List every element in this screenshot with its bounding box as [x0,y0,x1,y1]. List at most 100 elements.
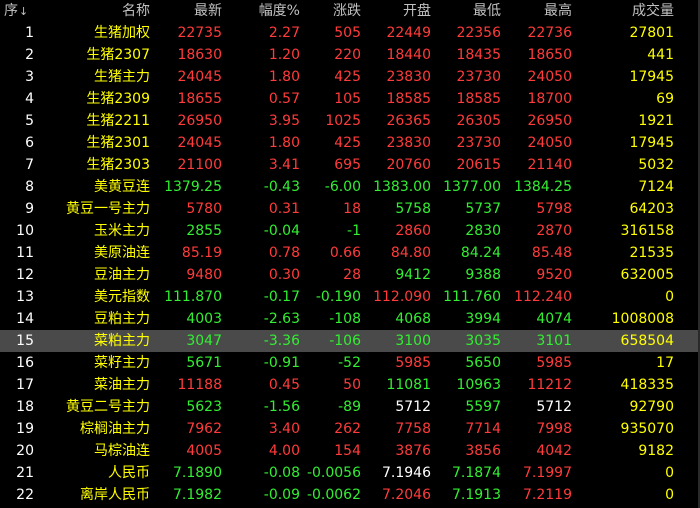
header-change[interactable]: 涨跌 [300,0,361,22]
table-row[interactable]: 10 玉米主力 2855 -0.04 -1 2860 2830 2870 316158 [0,220,700,242]
volume: 9182 [638,443,674,459]
change-pct: 1.80 [268,69,300,85]
table-row[interactable]: 7 生猪2303 21100 3.41 695 20760 20615 21140 5032 [0,154,700,176]
last-price: 26950 [177,113,222,129]
table-row[interactable]: 6 生猪2301 24045 1.80 425 23830 23730 24050 17945 [0,132,700,154]
volume: 27801 [629,25,674,41]
low-price: 23730 [456,69,501,85]
volume: 1921 [638,113,674,129]
header-open[interactable]: 开盘 [361,0,431,22]
last-price: 85.19 [181,245,222,261]
change: 50 [343,377,361,393]
instrument-name: 离岸人民币 [80,487,150,503]
change: 425 [334,135,361,151]
change-pct: -0.43 [263,179,300,195]
high-price: 1384.25 [514,179,572,195]
header-last[interactable]: 最新 [150,0,222,22]
table-row[interactable]: 17 菜油主力 11188 0.45 50 11081 10963 11212 418335 [0,374,700,396]
table-row[interactable]: 16 菜籽主力 5671 -0.91 -52 5985 5650 5985 17 [0,352,700,374]
header-low[interactable]: 最低 [431,0,501,22]
row-index: 16 [16,355,34,371]
open-price: 5985 [395,355,431,371]
last-price: 21100 [177,157,222,173]
table-row[interactable]: 14 豆粕主力 4003 -2.63 -108 4068 3994 4074 1008008 [0,308,700,330]
last-price: 111.870 [164,289,222,305]
instrument-name: 生猪2307 [86,47,150,63]
header-volume[interactable]: 成交量 [572,0,674,22]
last-price: 5671 [186,355,222,371]
instrument-name: 美元指数 [94,289,150,305]
row-index: 3 [25,69,34,85]
table-row[interactable]: 5 生猪2211 26950 3.95 1025 26365 26305 26950 1921 [0,110,700,132]
table-row[interactable]: 11 美原油连 85.19 0.78 0.66 84.80 84.24 85.48 21535 [0,242,700,264]
table-row[interactable]: 22 离岸人民币 7.1982 -0.09 -0.0062 7.2046 7.1913 7.2… [0,484,700,506]
instrument-name: 菜油主力 [94,377,150,393]
table-row[interactable]: 12 豆油主力 9480 0.30 28 9412 9388 9520 632005 [0,264,700,286]
last-price: 5780 [186,201,222,217]
high-price: 85.48 [531,245,572,261]
low-price: 9388 [465,267,501,283]
low-price: 7.1874 [452,465,501,481]
table-row[interactable]: 20 马棕油连 4005 4.00 154 3876 3856 4042 9182 [0,440,700,462]
header-index[interactable]: 序↓ [0,0,34,22]
change: -1 [347,223,361,239]
header-change-pct[interactable]: 幅度% [222,0,300,22]
header-name[interactable]: 名称 [34,0,150,22]
table-row[interactable]: 9 黄豆一号主力 5780 0.31 18 5758 5737 5798 64203 [0,198,700,220]
low-price: 5737 [465,201,501,217]
table-row[interactable]: 3 生猪主力 24045 1.80 425 23830 23730 24050 17945 [0,66,700,88]
volume: 316158 [620,223,674,239]
change: 18 [343,201,361,217]
low-price: 7.1913 [452,487,501,503]
instrument-name: 生猪2301 [86,135,150,151]
change: -0.0056 [306,465,361,481]
last-price: 4005 [186,443,222,459]
open-price: 84.80 [390,245,431,261]
table-row[interactable]: 2 生猪2307 18630 1.20 220 18440 18435 18650 441 [0,44,700,66]
last-price: 7.1982 [173,487,222,503]
open-price: 22449 [386,25,431,41]
low-price: 1377.00 [443,179,501,195]
open-price: 112.090 [373,289,431,305]
high-price: 112.240 [514,289,572,305]
volume: 21535 [629,245,674,261]
open-price: 23830 [386,69,431,85]
change: -0.0062 [306,487,361,503]
table-row[interactable]: 15 菜粕主力 3047 -3.36 -106 3100 3035 3101 658504 [0,330,700,352]
row-index: 15 [16,333,34,349]
open-price: 23830 [386,135,431,151]
last-price: 5623 [186,399,222,415]
change-pct: 3.40 [268,421,300,437]
low-price: 20615 [456,157,501,173]
volume: 17945 [629,135,674,151]
high-price: 3101 [536,333,572,349]
instrument-name: 美黄豆连 [94,179,150,195]
open-price: 11081 [386,377,431,393]
change: -52 [338,355,361,371]
header-high[interactable]: 最高 [501,0,572,22]
table-row[interactable]: 1 生猪加权 22735 2.27 505 22449 22356 22736 27801 [0,22,700,44]
instrument-name: 黄豆一号主力 [66,201,150,217]
table-row[interactable]: 13 美元指数 111.870 -0.17 -0.190 112.090 111.760 11… [0,286,700,308]
row-index: 7 [25,157,34,173]
last-price: 18630 [177,47,222,63]
table-row[interactable]: 4 生猪2309 18655 0.57 105 18585 18585 18700 69 [0,88,700,110]
table-row[interactable]: 8 美黄豆连 1379.25 -0.43 -6.00 1383.00 1377.00 1384… [0,176,700,198]
row-index: 11 [16,245,34,261]
instrument-name: 豆粕主力 [94,311,150,327]
table-row[interactable]: 18 黄豆二号主力 5623 -1.56 -89 5712 5597 5712 92790 [0,396,700,418]
row-index: 22 [16,487,34,503]
last-price: 24045 [177,69,222,85]
table-row[interactable]: 21 人民币 7.1890 -0.08 -0.0056 7.1946 7.1874 7.199… [0,462,700,484]
open-price: 18440 [386,47,431,63]
change: -6.00 [324,179,361,195]
open-price: 3876 [395,443,431,459]
instrument-name: 生猪主力 [94,69,150,85]
table-row[interactable]: 19 棕榈油主力 7962 3.40 262 7758 7714 7998 935070 [0,418,700,440]
volume: 17945 [629,69,674,85]
instrument-name: 生猪2309 [86,91,150,107]
high-price: 11212 [527,377,572,393]
instrument-name: 马棕油连 [94,443,150,459]
open-price: 18585 [386,91,431,107]
high-price: 7.1997 [523,465,572,481]
